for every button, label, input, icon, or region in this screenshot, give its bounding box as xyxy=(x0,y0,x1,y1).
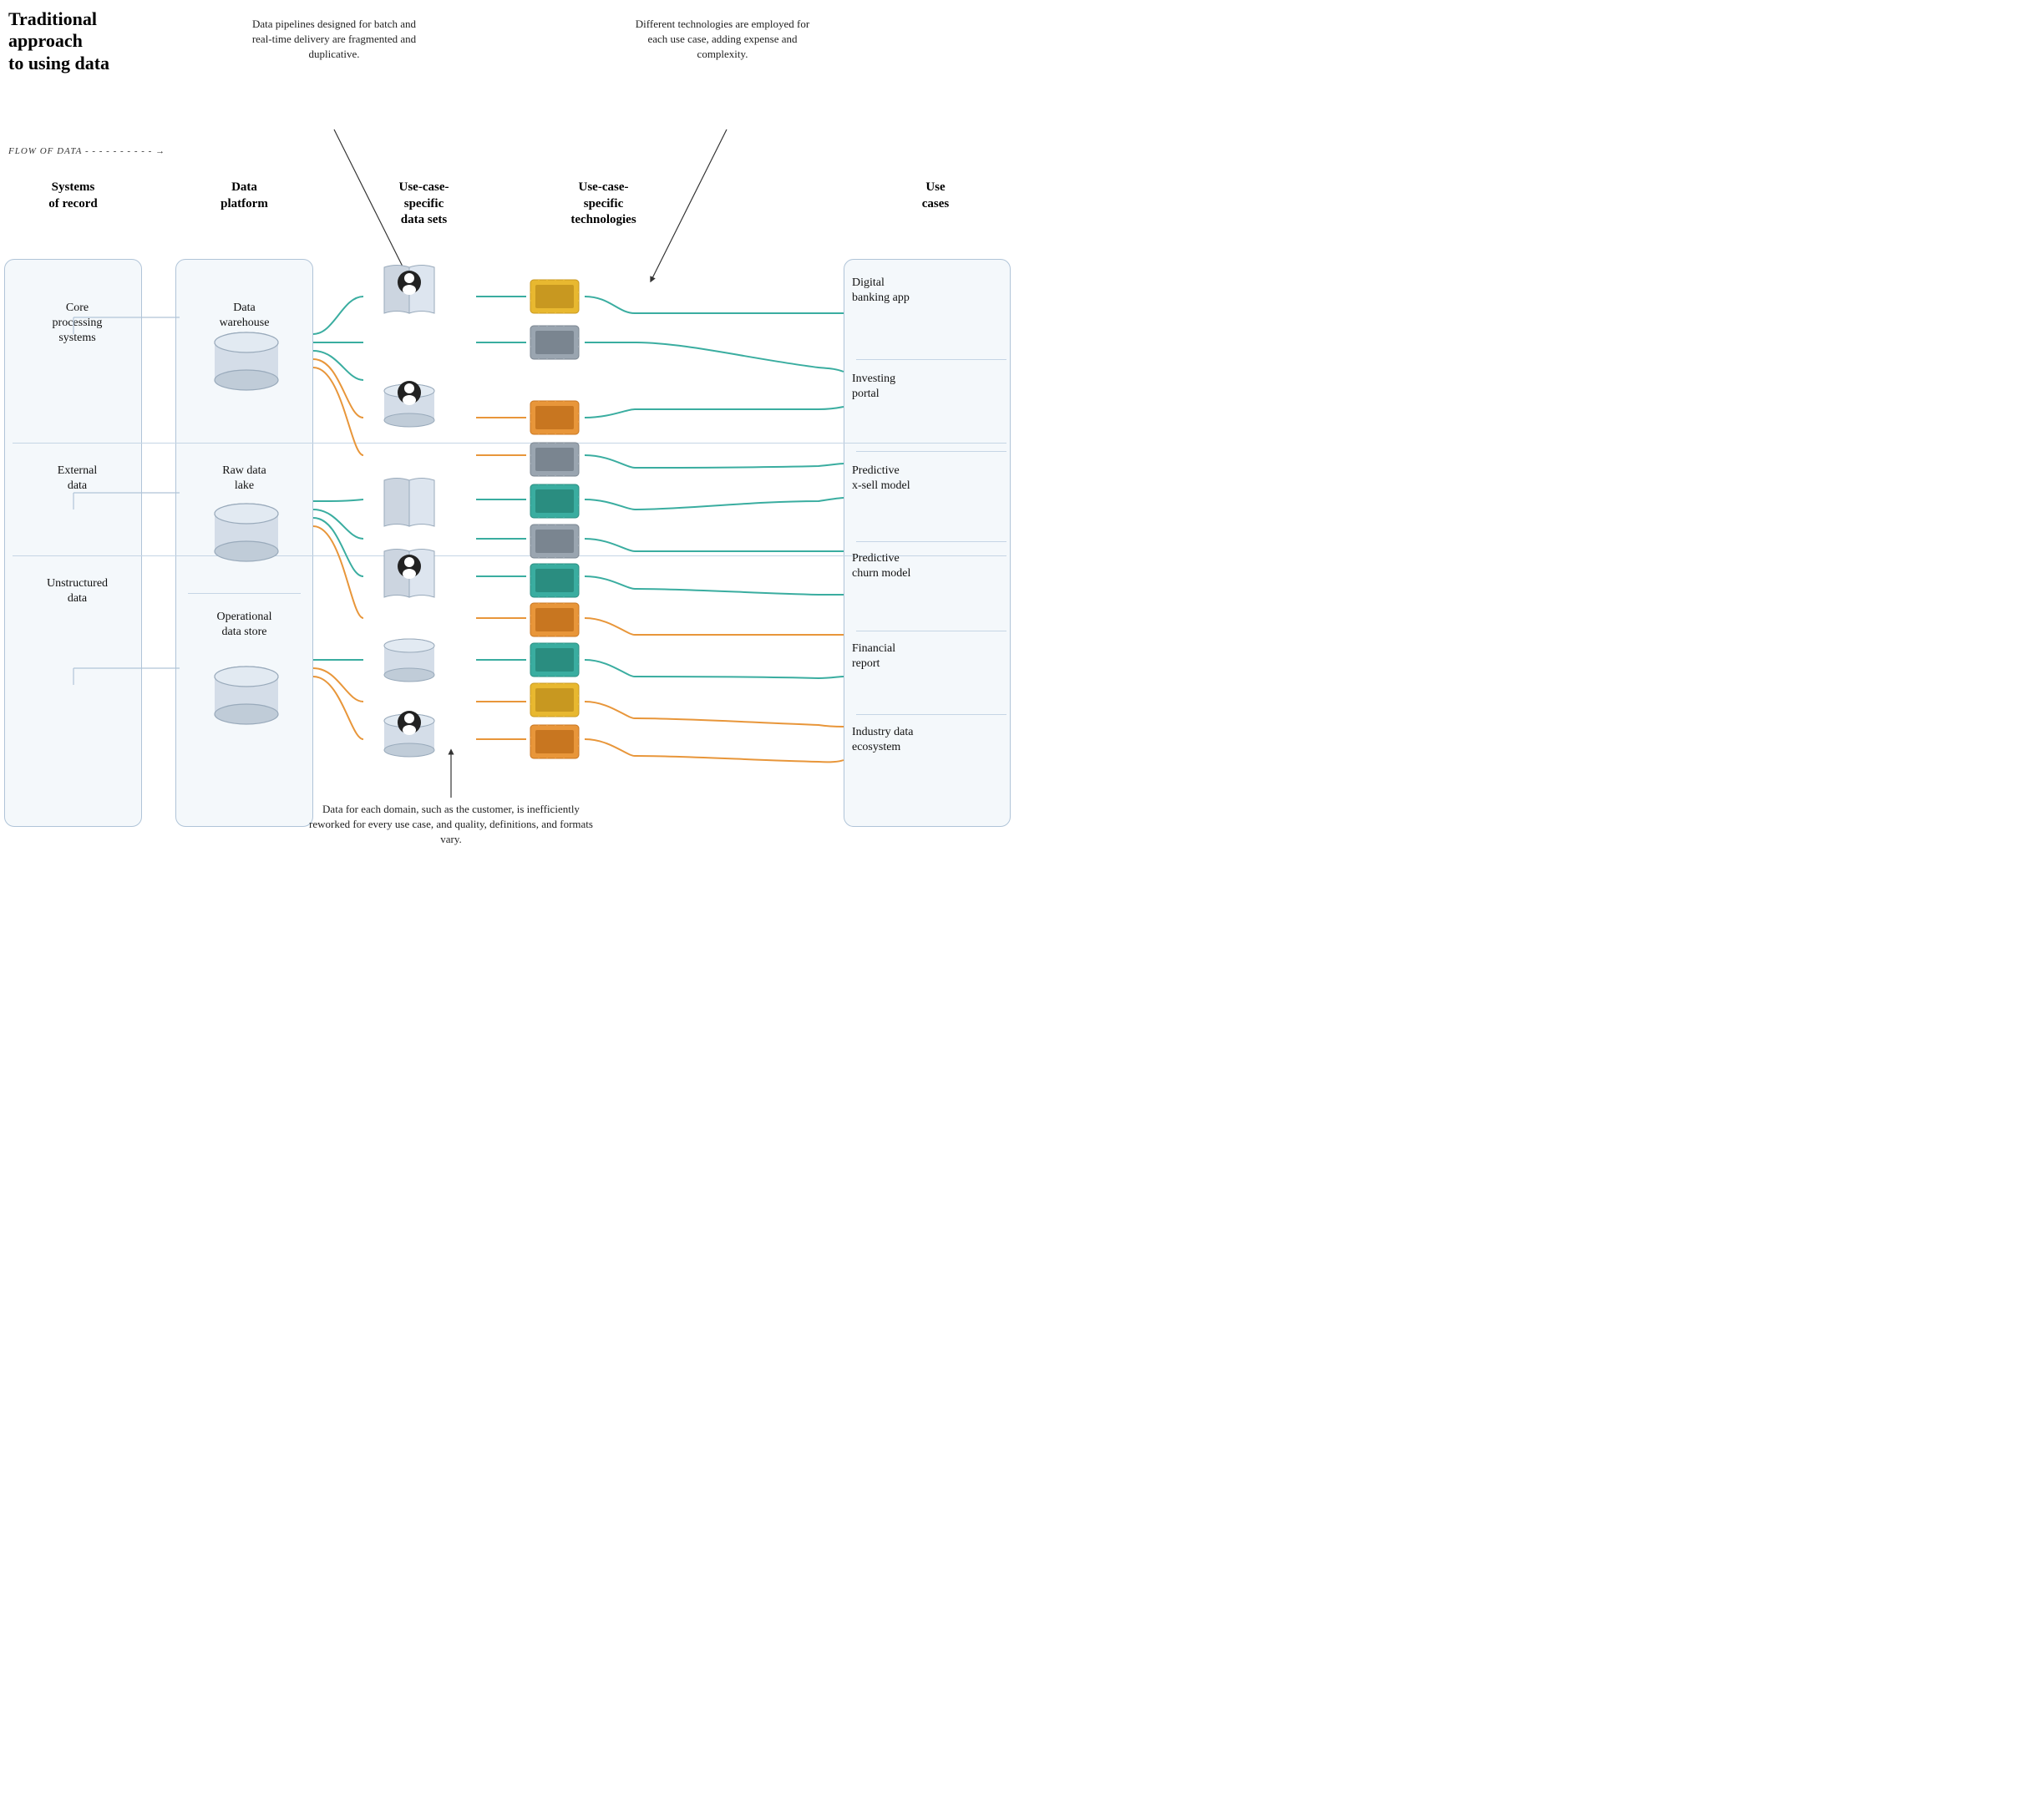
col-header-tech: Use-case-specifictechnologies xyxy=(530,180,677,229)
title-text: Traditional approach to using data xyxy=(8,8,142,74)
dp-divider-1 xyxy=(188,443,301,444)
uc-divider-5 xyxy=(856,714,1006,715)
uc-divider-2 xyxy=(856,451,1006,452)
uc-divider-3 xyxy=(856,541,1006,542)
box-dp xyxy=(175,259,313,827)
sor-item-external: Externaldata xyxy=(8,464,146,494)
dp-divider-2 xyxy=(188,593,301,594)
dp-item-warehouse: Datawarehouse xyxy=(180,301,309,331)
uc-item-industry: Industry dataecosystem xyxy=(852,725,1011,755)
callout-bottom: Data for each domain, such as the custom… xyxy=(301,802,601,848)
col-header-dp: Dataplatform xyxy=(180,180,309,212)
uc-item-financial: Financialreport xyxy=(852,641,1011,672)
dp-item-lake: Raw datalake xyxy=(180,464,309,494)
dp-item-ops: Operationaldata store xyxy=(180,610,309,640)
uc-divider-1 xyxy=(856,359,1006,360)
col-header-ds: Use-case-specificdata sets xyxy=(359,180,489,229)
callout-top-left: Data pipelines designed for batch and re… xyxy=(251,17,418,63)
col-header-sor: Systemsof record xyxy=(8,180,138,212)
uc-item-investing: Investingportal xyxy=(852,372,1011,402)
uc-item-churn: Predictivechurn model xyxy=(852,551,1011,581)
sor-divider-1 xyxy=(13,443,1006,444)
sor-item-unstructured: Unstructureddata xyxy=(8,576,146,606)
callout-top-right: Different technologies are employed for … xyxy=(635,17,810,63)
title-block: Traditional approach to using data xyxy=(8,8,142,74)
uc-item-xsell: Predictivex-sell model xyxy=(852,464,1011,494)
uc-item-digital: Digitalbanking app xyxy=(852,276,1011,306)
diagram-container: Traditional approach to using data FLOW … xyxy=(0,0,1019,910)
flow-label: FLOW OF DATA - - - - - - - - - - → xyxy=(8,146,165,156)
col-header-uc: Usecases xyxy=(852,180,1019,212)
sor-item-core: Coreprocessingsystems xyxy=(8,301,146,347)
